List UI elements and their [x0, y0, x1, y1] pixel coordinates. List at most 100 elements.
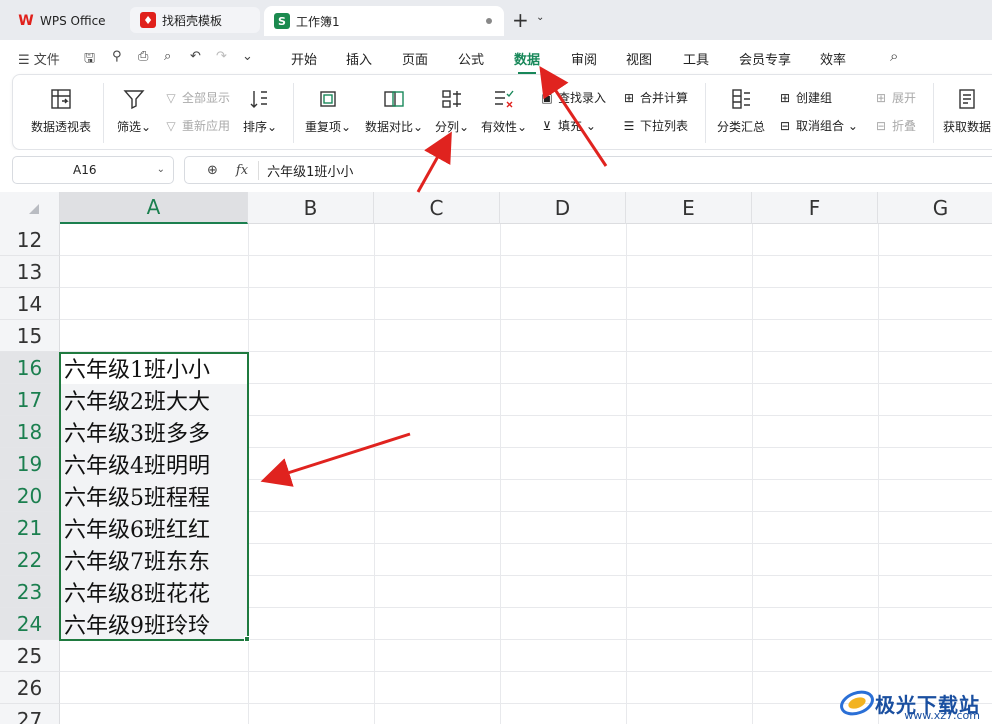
redo-icon[interactable]: ↷ — [216, 49, 227, 64]
menu-file-label: 文件 — [33, 53, 60, 68]
collapse-button[interactable]: ⊟ 折叠 — [873, 117, 916, 134]
watermark-url: www.xz7.com — [904, 709, 980, 722]
undo-icon[interactable]: ↶ — [190, 49, 201, 64]
row-header-17[interactable]: 17 — [0, 384, 60, 416]
tab-template[interactable]: ♦ 找稻壳模板 — [130, 7, 260, 33]
fx-icon[interactable]: fx — [236, 163, 248, 178]
print-preview-icon[interactable]: ⌕ — [164, 49, 171, 64]
split-column-button[interactable]: 分列⌄ — [435, 87, 469, 135]
row-header-27[interactable]: 27 — [0, 704, 60, 724]
menu-start[interactable]: 开始 — [291, 49, 317, 68]
unsaved-dot-icon[interactable] — [486, 18, 492, 24]
row-header-13[interactable]: 13 — [0, 256, 60, 288]
cell-a24[interactable]: 六年级9班玲玲 — [60, 608, 248, 640]
row-header-20[interactable]: 20 — [0, 480, 60, 512]
column-header-b[interactable]: B — [248, 192, 374, 224]
reapply-button[interactable]: ▽ 重新应用 — [163, 117, 230, 134]
new-tab-plus-icon[interactable]: + — [512, 8, 529, 32]
row-header-16[interactable]: 16 — [0, 352, 60, 384]
menu-data[interactable]: 数据 — [514, 49, 540, 74]
template-logo-icon: ♦ — [140, 12, 156, 28]
validity-button[interactable]: 有效性⌄ — [481, 87, 527, 135]
formula-input[interactable]: ⊕ fx 六年级1班小小 — [184, 156, 992, 184]
pivot-table-label: 数据透视表 — [31, 120, 92, 134]
row-header-24[interactable]: 24 — [0, 608, 60, 640]
row-header-26[interactable]: 26 — [0, 672, 60, 704]
name-box[interactable]: A16 ⌄ — [12, 156, 174, 184]
collapse-label: 折叠 — [892, 119, 917, 133]
row-header-25[interactable]: 25 — [0, 640, 60, 672]
search-icon[interactable]: ⌕ — [890, 47, 898, 65]
watermark: 极光下载站 www.xz7.com — [839, 688, 980, 722]
menu-member[interactable]: 会员专享 — [739, 49, 791, 68]
row-header-18[interactable]: 18 — [0, 416, 60, 448]
tab-wps-office[interactable]: W WPS Office — [8, 6, 122, 36]
menu-efficiency[interactable]: 效率 — [820, 49, 846, 68]
row-header-19[interactable]: 19 — [0, 448, 60, 480]
column-header-c[interactable]: C — [374, 192, 500, 224]
column-header-e[interactable]: E — [626, 192, 752, 224]
tab-workbook[interactable]: S 工作簿1 — [264, 6, 504, 36]
sort-button[interactable]: 排序⌄ — [243, 87, 277, 135]
zoom-icon[interactable]: ⊕ — [207, 163, 218, 178]
spreadsheet-grid[interactable]: A B C D E F G 12 13 14 15 16 17 18 19 20… — [0, 192, 992, 724]
name-box-value: A16 — [73, 163, 97, 177]
cell-a23[interactable]: 六年级8班花花 — [60, 576, 248, 608]
row-header-12[interactable]: 12 — [0, 224, 60, 256]
row-header-21[interactable]: 21 — [0, 512, 60, 544]
show-all-button[interactable]: ▽ 全部显示 — [163, 89, 230, 106]
column-header-f[interactable]: F — [752, 192, 878, 224]
fill-handle[interactable] — [244, 636, 250, 642]
pivot-table-button[interactable]: 数据透视表 — [31, 87, 91, 135]
column-header-g[interactable]: G — [878, 192, 992, 224]
duplicates-text: 重复项 — [305, 120, 342, 134]
column-header-a[interactable]: A — [60, 192, 248, 224]
menu-insert[interactable]: 插入 — [346, 49, 372, 68]
menu-formula[interactable]: 公式 — [458, 49, 484, 68]
split-column-text: 分列 — [435, 120, 460, 134]
row-header-14[interactable]: 14 — [0, 288, 60, 320]
cell-a22[interactable]: 六年级7班东东 — [60, 544, 248, 576]
ungroup-button[interactable]: ⊟ 取消组合 ⌄ — [777, 117, 858, 134]
create-group-button[interactable]: ⊞ 创建组 — [777, 89, 832, 106]
dropdown-list-icon: ☰ — [623, 118, 635, 133]
cell-a20[interactable]: 六年级5班程程 — [60, 480, 248, 512]
consolidate-button[interactable]: ⊞ 合并计算 — [621, 89, 688, 106]
row-header-23[interactable]: 23 — [0, 576, 60, 608]
cell-a16[interactable]: 六年级1班小小 — [60, 352, 248, 384]
filter-button[interactable]: 筛选⌄ — [117, 87, 151, 135]
chevron-down-icon[interactable]: ⌄ — [157, 164, 165, 175]
data-compare-text: 数据对比 — [365, 120, 414, 134]
data-compare-button[interactable]: 数据对比⌄ — [365, 87, 423, 135]
duplicates-button[interactable]: 重复项⌄ — [305, 87, 351, 135]
dropdown-list-button[interactable]: ☰ 下拉列表 — [621, 117, 688, 134]
print-icon[interactable]: ⎙ — [138, 49, 148, 64]
subtotal-button[interactable]: 分类汇总 — [717, 87, 765, 135]
get-data-button[interactable]: 获取数据 — [943, 87, 991, 135]
filter-label: 筛选⌄ — [117, 120, 152, 134]
menu-review[interactable]: 审阅 — [571, 49, 597, 68]
cell-a21[interactable]: 六年级6班红红 — [60, 512, 248, 544]
filter-text: 筛选 — [117, 120, 142, 134]
cell-a18[interactable]: 六年级3班多多 — [60, 416, 248, 448]
quick-access-more-icon[interactable]: ⌄ — [242, 49, 253, 64]
row-header-15[interactable]: 15 — [0, 320, 60, 352]
menu-file[interactable]: ☰ 文件 — [18, 49, 60, 68]
expand-button[interactable]: ⊞ 展开 — [873, 89, 916, 106]
menu-tools[interactable]: 工具 — [683, 49, 709, 68]
cell-a17[interactable]: 六年级2班大大 — [60, 384, 248, 416]
consolidate-label: 合并计算 — [640, 91, 689, 105]
lookup-entry-button[interactable]: ▣ 查找录入 — [539, 89, 606, 106]
fill-button[interactable]: ⊻ 填充 ⌄ — [539, 117, 596, 134]
chevron-down-icon[interactable]: ⌄ — [536, 12, 544, 23]
share-icon[interactable]: ⚲ — [112, 49, 122, 64]
row-header-22[interactable]: 22 — [0, 544, 60, 576]
cell-a19[interactable]: 六年级4班明明 — [60, 448, 248, 480]
column-header-d[interactable]: D — [500, 192, 626, 224]
save-icon[interactable]: 🖫 — [84, 49, 95, 71]
ribbon-data: 数据透视表 筛选⌄ ▽ 全部显示 ▽ 重新应用 排序⌄ 重复项⌄ 数据对比⌄ 分… — [12, 74, 992, 150]
menu-view[interactable]: 视图 — [626, 49, 652, 68]
select-all-corner[interactable] — [0, 192, 60, 224]
menu-page[interactable]: 页面 — [402, 49, 428, 68]
get-data-label: 获取数据 — [943, 120, 992, 134]
